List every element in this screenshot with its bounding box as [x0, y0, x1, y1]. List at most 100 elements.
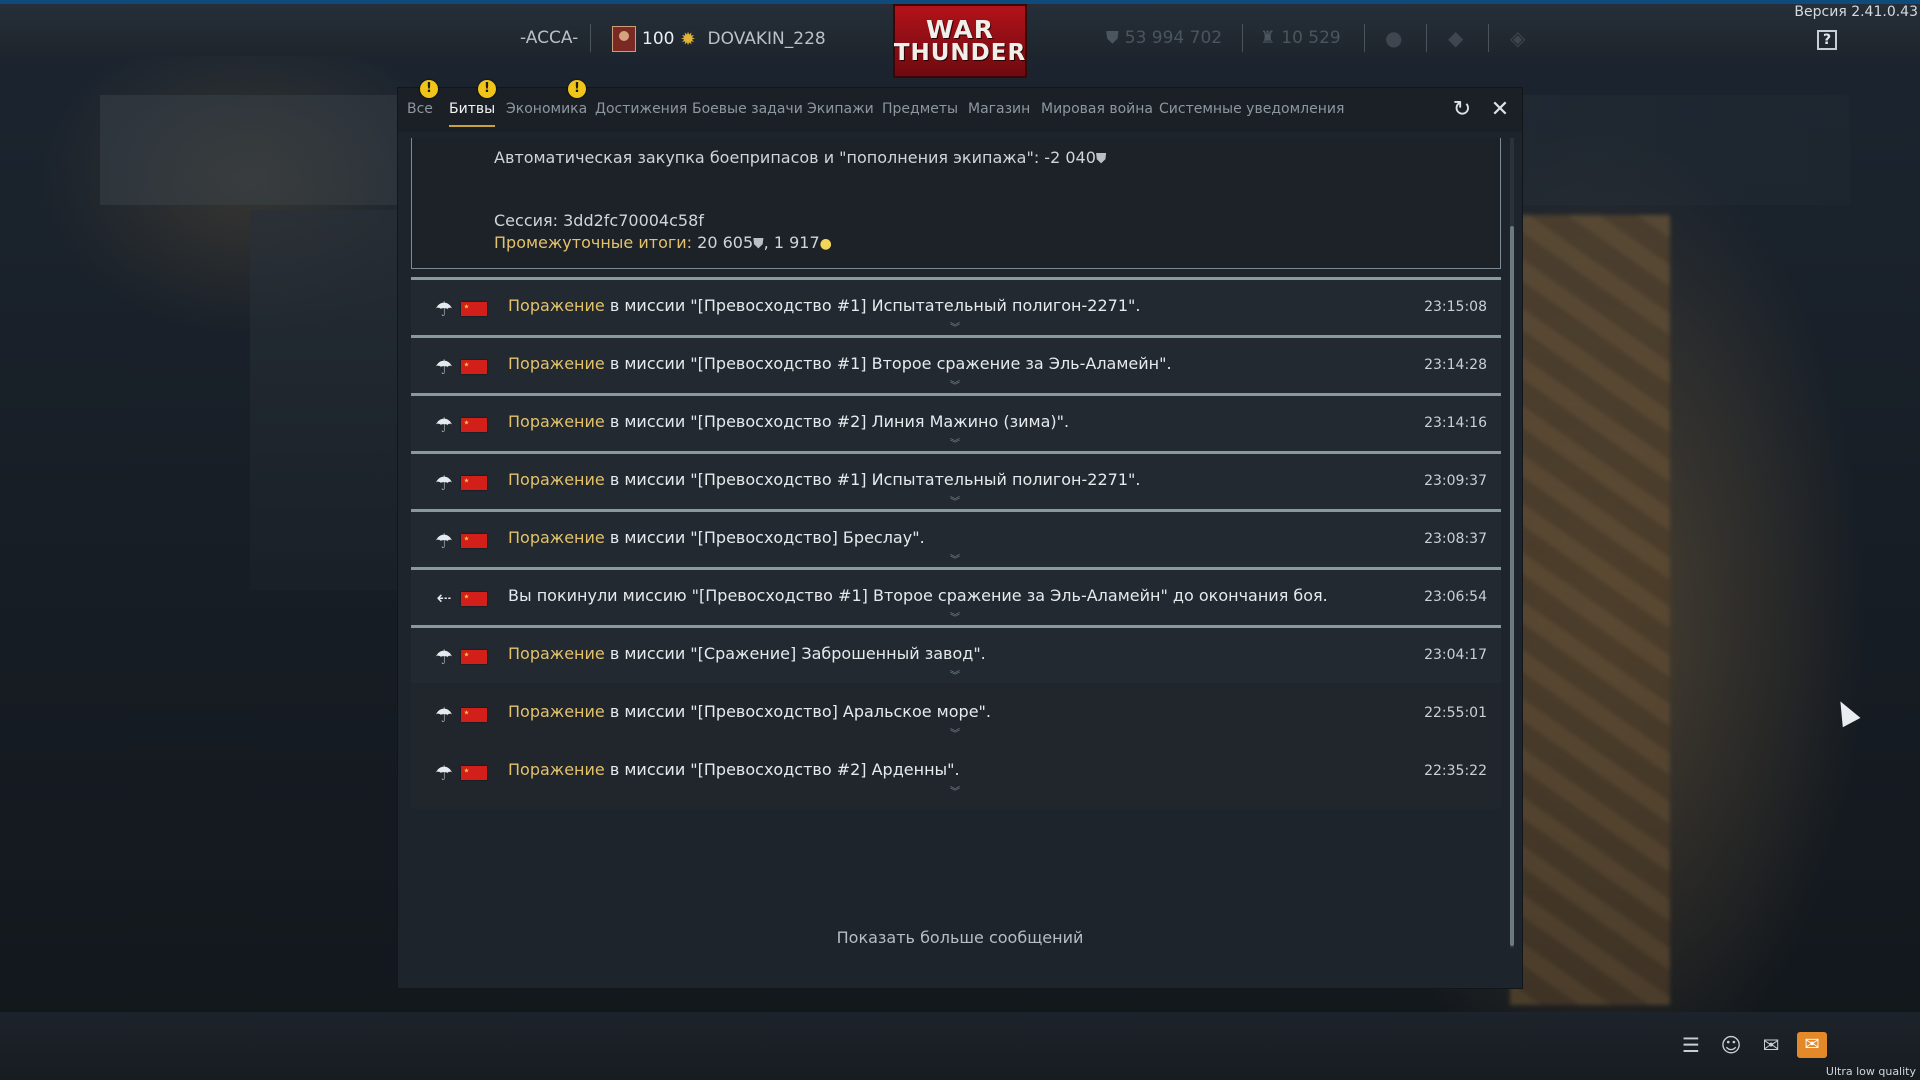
alert-badge-icon: ! [420, 80, 438, 98]
parachute-icon: ☂ [435, 645, 453, 669]
message-time: 23:09:37 [1424, 473, 1487, 489]
subtotal-label: Промежуточные итоги: [494, 233, 693, 252]
rank-star-icon: ✹ [680, 28, 696, 50]
close-icon[interactable]: ✕ [1488, 98, 1512, 122]
message-row[interactable]: ☂ Поражение в миссии "[Превосходство #2]… [411, 741, 1501, 809]
alert-badge-icon: ! [568, 80, 586, 98]
lightbulb-icon[interactable]: ● [1385, 26, 1402, 50]
player-profile[interactable]: 100 ✹ DOVAKIN_228 [612, 26, 826, 52]
chevron-down-icon[interactable]: ︾ [947, 788, 963, 798]
message-time: 22:35:22 [1424, 763, 1487, 779]
ussr-flag-icon [461, 592, 487, 606]
mail-icon[interactable]: ✉ [1797, 1032, 1827, 1058]
ussr-flag-icon [461, 534, 487, 548]
tab-world-war[interactable]: Мировая война [1041, 101, 1153, 117]
chevron-down-icon[interactable]: ︾ [947, 556, 963, 566]
subtotal-value: 20 605 [697, 233, 754, 252]
expanded-message: Автоматическая закупка боеприпасов и "по… [411, 138, 1501, 269]
graphics-quality-label: Ultra low quality [1825, 1065, 1916, 1078]
purchase-line: Автоматическая закупка боеприпасов и "по… [494, 148, 1107, 167]
notifications-window: Все Битвы Экономика Достижения Боевые за… [398, 88, 1522, 988]
session-line: Сессия: 3dd2fc70004c58f [494, 211, 704, 230]
tab-system-notifications[interactable]: Системные уведомления [1159, 101, 1344, 117]
show-more-button[interactable]: Показать больше сообщений [398, 928, 1522, 947]
message-text: Поражение в миссии "[Превосходство #2] Л… [508, 412, 1070, 431]
divider [1364, 24, 1365, 52]
tab-bar: Все Битвы Экономика Достижения Боевые за… [398, 88, 1522, 132]
research-points-balance[interactable]: ♜ 10 529 [1260, 28, 1341, 48]
ussr-flag-icon [461, 476, 487, 490]
player-nickname: DOVAKIN_228 [707, 29, 826, 49]
help-button[interactable]: ? [1817, 30, 1837, 50]
research-points-value: 10 529 [1281, 28, 1341, 48]
message-text: Поражение в миссии "[Превосходство] Брес… [508, 528, 925, 547]
divider [1242, 24, 1243, 52]
tab-shop[interactable]: Магазин [968, 101, 1030, 117]
chevron-down-icon[interactable]: ︾ [947, 730, 963, 740]
tab-combat-tasks[interactable]: Боевые задачи [692, 101, 803, 117]
message-text: Поражение в миссии "[Превосходство] Арал… [508, 702, 991, 721]
version-label: Версия 2.41.0.43 [1794, 4, 1918, 20]
tab-crews[interactable]: Экипажи [807, 101, 874, 117]
parachute-icon: ☂ [435, 529, 453, 553]
parachute-icon: ☂ [435, 761, 453, 785]
refresh-icon[interactable]: ↻ [1450, 98, 1474, 122]
chevron-down-icon[interactable]: ︾ [947, 382, 963, 392]
parachute-icon: ☂ [435, 471, 453, 495]
squadron-tag[interactable]: -ACCA- [520, 28, 578, 48]
tab-all[interactable]: Все [407, 101, 433, 117]
alert-badge-icon: ! [478, 80, 496, 98]
divider [590, 24, 591, 52]
message-time: 22:55:01 [1424, 705, 1487, 721]
ussr-flag-icon [461, 650, 487, 664]
chevron-down-icon[interactable]: ︾ [947, 672, 963, 682]
bottom-bar: ☰ ☺ ✉ ✉ Ultra low quality [0, 1012, 1920, 1080]
message-time: 23:14:28 [1424, 357, 1487, 373]
message-text: Поражение в миссии "[Превосходство #1] В… [508, 354, 1172, 373]
chevron-down-icon[interactable]: ︾ [947, 440, 963, 450]
background-terrain [1510, 215, 1670, 1005]
message-text: Поражение в миссии "[Превосходство #1] И… [508, 296, 1141, 315]
leave-mission-icon: ⇠ [436, 588, 452, 609]
eagle-icon: ♜ [1260, 28, 1276, 48]
chevron-down-icon[interactable]: ︾ [947, 614, 963, 624]
top-bar: -ACCA- 100 ✹ DOVAKIN_228 WAR THUNDER ⛊ 5… [0, 0, 1920, 78]
parachute-icon: ☂ [435, 703, 453, 727]
message-text: Поражение в миссии "[Превосходство #2] А… [508, 760, 960, 779]
scrollbar-thumb[interactable] [1510, 226, 1514, 946]
message-text: Поражение в миссии "[Сражение] Заброшенн… [508, 644, 986, 663]
ticket-icon[interactable]: ◈ [1510, 26, 1525, 50]
message-text: Вы покинули миссию "[Превосходство #1] В… [508, 586, 1328, 605]
contacts-icon[interactable]: ☺ [1716, 1032, 1746, 1058]
list-icon[interactable]: ☰ [1676, 1032, 1706, 1058]
silver-lions-balance[interactable]: ⛊ 53 994 702 [1106, 28, 1222, 48]
message-time: 23:08:37 [1424, 531, 1487, 547]
divider [1426, 24, 1427, 52]
tab-economy[interactable]: Экономика [506, 101, 587, 117]
message-time: 23:14:16 [1424, 415, 1487, 431]
silver-lion-icon: ⛊ [1095, 151, 1107, 167]
background-info-panel [250, 210, 400, 590]
premium-icon[interactable]: ◆ [1448, 26, 1463, 50]
silver-lions-value: 53 994 702 [1124, 28, 1223, 48]
divider [1488, 24, 1489, 52]
subtotal-rp: , 1 917 [763, 233, 820, 252]
ussr-flag-icon [461, 418, 487, 432]
message-time: 23:06:54 [1424, 589, 1487, 605]
ussr-flag-icon [461, 708, 487, 722]
chat-icon[interactable]: ✉ [1756, 1032, 1786, 1058]
chevron-down-icon[interactable]: ︾ [947, 498, 963, 508]
chevron-down-icon[interactable]: ︾ [947, 324, 963, 334]
tab-achievements[interactable]: Достижения [595, 101, 687, 117]
ussr-flag-icon [461, 302, 487, 316]
ussr-flag-icon [461, 360, 487, 374]
message-text: Поражение в миссии "[Превосходство #1] И… [508, 470, 1141, 489]
lightbulb-icon: ● [819, 236, 832, 252]
ussr-flag-icon [461, 766, 487, 780]
parachute-icon: ☂ [435, 413, 453, 437]
parachute-icon: ☂ [435, 297, 453, 321]
player-level: 100 [642, 29, 675, 49]
message-time: 23:15:08 [1424, 299, 1487, 315]
tab-battles[interactable]: Битвы [449, 101, 496, 127]
tab-items[interactable]: Предметы [882, 101, 958, 117]
